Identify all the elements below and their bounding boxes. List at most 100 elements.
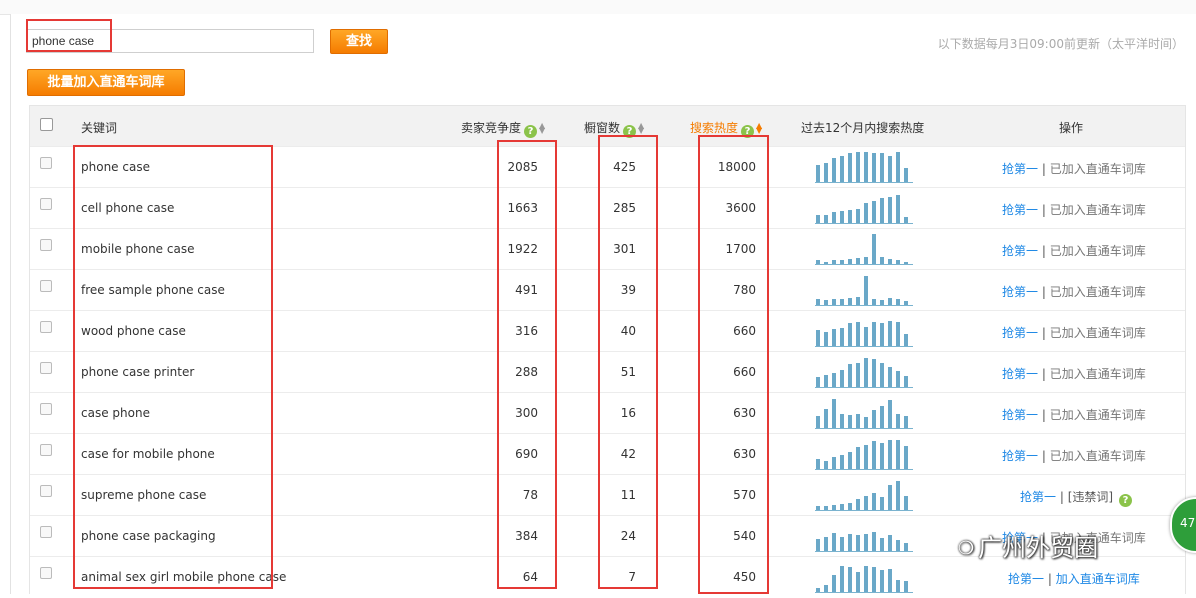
trend-chart — [815, 273, 913, 306]
row-checkbox[interactable] — [40, 321, 52, 333]
bid-first-link[interactable]: 抢第一 — [1008, 572, 1044, 586]
trend-bar — [856, 322, 860, 346]
trend-bar — [824, 375, 828, 387]
trend-bar — [840, 370, 844, 387]
select-all-checkbox[interactable] — [40, 118, 53, 131]
trend-bar — [896, 260, 900, 264]
trend-bar — [832, 373, 836, 387]
watermark: ❍ 广州外贸圈 — [958, 528, 1098, 563]
add-to-library-link[interactable]: 加入直通车词库 — [1056, 572, 1140, 586]
search-button[interactable]: 查找 — [330, 29, 388, 54]
trend-bar — [816, 459, 820, 469]
highlight-box-showcase — [598, 135, 658, 589]
row-checkbox[interactable] — [40, 444, 52, 456]
trend-bar — [888, 321, 892, 346]
row-checkbox[interactable] — [40, 362, 52, 374]
row-checkbox[interactable] — [40, 239, 52, 251]
bid-first-link[interactable]: 抢第一 — [1002, 449, 1038, 463]
row-checkbox[interactable] — [40, 403, 52, 415]
wechat-icon: ❍ — [958, 538, 975, 559]
trend-chart — [815, 396, 913, 429]
bid-first-link[interactable]: 抢第一 — [1002, 367, 1038, 381]
row-checkbox[interactable] — [40, 157, 52, 169]
trend-bar — [872, 234, 876, 264]
trend-bar — [840, 504, 844, 510]
row-actions: 抢第一 | 已加入直通车词库 — [1002, 283, 1146, 300]
trend-bar — [816, 506, 820, 510]
sort-icon[interactable]: ▲ ▼ — [638, 122, 644, 135]
trend-bar — [832, 399, 836, 428]
trend-bar — [896, 299, 900, 305]
batch-add-button[interactable]: 批量加入直通车词库 — [27, 69, 185, 96]
trend-bar — [848, 364, 852, 387]
trend-bar — [856, 152, 860, 182]
trend-bar — [840, 299, 844, 305]
trend-bar — [888, 367, 892, 387]
trend-bar — [856, 297, 860, 305]
banned-word-label: [违禁词] — [1067, 490, 1114, 504]
trend-chart — [815, 150, 913, 183]
trend-bar — [888, 485, 892, 510]
sort-icon[interactable]: ▲ ▼ — [756, 122, 762, 135]
trend-bar — [816, 330, 820, 346]
help-icon[interactable]: ? — [524, 125, 538, 138]
trend-bar — [888, 259, 892, 264]
bid-first-link[interactable]: 抢第一 — [1002, 244, 1038, 258]
help-icon[interactable]: ? — [1119, 494, 1133, 507]
trend-bar — [872, 153, 876, 182]
trend-bar — [880, 300, 884, 305]
trend-bar — [904, 262, 908, 264]
added-status-label: 已加入直通车词库 — [1049, 408, 1146, 422]
highlight-box-search — [26, 19, 112, 52]
trend-bar — [816, 165, 820, 182]
trend-bar — [904, 416, 908, 428]
row-checkbox[interactable] — [40, 526, 52, 538]
trend-bar — [872, 493, 876, 510]
bid-first-link[interactable]: 抢第一 — [1002, 203, 1038, 217]
trend-bar — [824, 537, 828, 551]
trend-bar — [864, 327, 868, 346]
header-competition[interactable]: 卖家竞争度 ?▲ ▼ — [461, 119, 545, 138]
row-checkbox[interactable] — [40, 198, 52, 210]
trend-bar — [832, 505, 836, 510]
trend-chart — [815, 232, 913, 265]
trend-bar — [840, 211, 844, 223]
trend-bar — [872, 201, 876, 223]
trend-chart — [815, 355, 913, 388]
update-note: 以下数据每月3日09:00前更新（太平洋时间） — [937, 37, 1184, 51]
trend-bar — [816, 539, 820, 551]
trend-bar — [872, 532, 876, 551]
trend-bar — [896, 195, 900, 223]
row-checkbox[interactable] — [40, 567, 52, 579]
trend-bar — [864, 566, 868, 592]
trend-bar — [856, 209, 860, 223]
trend-bar — [840, 328, 844, 346]
trend-bar — [864, 358, 868, 387]
bid-first-link[interactable]: 抢第一 — [1002, 326, 1038, 340]
separator: | — [1044, 572, 1056, 586]
trend-bar — [872, 322, 876, 346]
bid-first-link[interactable]: 抢第一 — [1002, 285, 1038, 299]
trend-bar — [864, 417, 868, 428]
trend-bar — [832, 457, 836, 469]
added-status-label: 已加入直通车词库 — [1049, 285, 1146, 299]
bid-first-link[interactable]: 抢第一 — [1002, 408, 1038, 422]
row-checkbox[interactable] — [40, 280, 52, 292]
row-actions: 抢第一 | [违禁词]? — [1020, 488, 1133, 507]
trend-bar — [904, 217, 908, 223]
separator: | — [1038, 367, 1050, 381]
trend-bar — [904, 334, 908, 346]
sort-icon[interactable]: ▲ ▼ — [539, 122, 545, 135]
trend-bar — [848, 298, 852, 305]
row-actions: 抢第一 | 已加入直通车词库 — [1002, 160, 1146, 177]
bid-first-link[interactable]: 抢第一 — [1020, 490, 1056, 504]
added-status-label: 已加入直通车词库 — [1049, 449, 1146, 463]
trend-chart — [815, 519, 913, 552]
bid-first-link[interactable]: 抢第一 — [1002, 162, 1038, 176]
added-status-label: 已加入直通车词库 — [1049, 367, 1146, 381]
trend-bar — [880, 153, 884, 182]
trend-bar — [856, 572, 860, 592]
trend-bar — [848, 452, 852, 469]
row-checkbox[interactable] — [40, 485, 52, 497]
watermark-text: 广州外贸圈 — [978, 534, 1099, 562]
